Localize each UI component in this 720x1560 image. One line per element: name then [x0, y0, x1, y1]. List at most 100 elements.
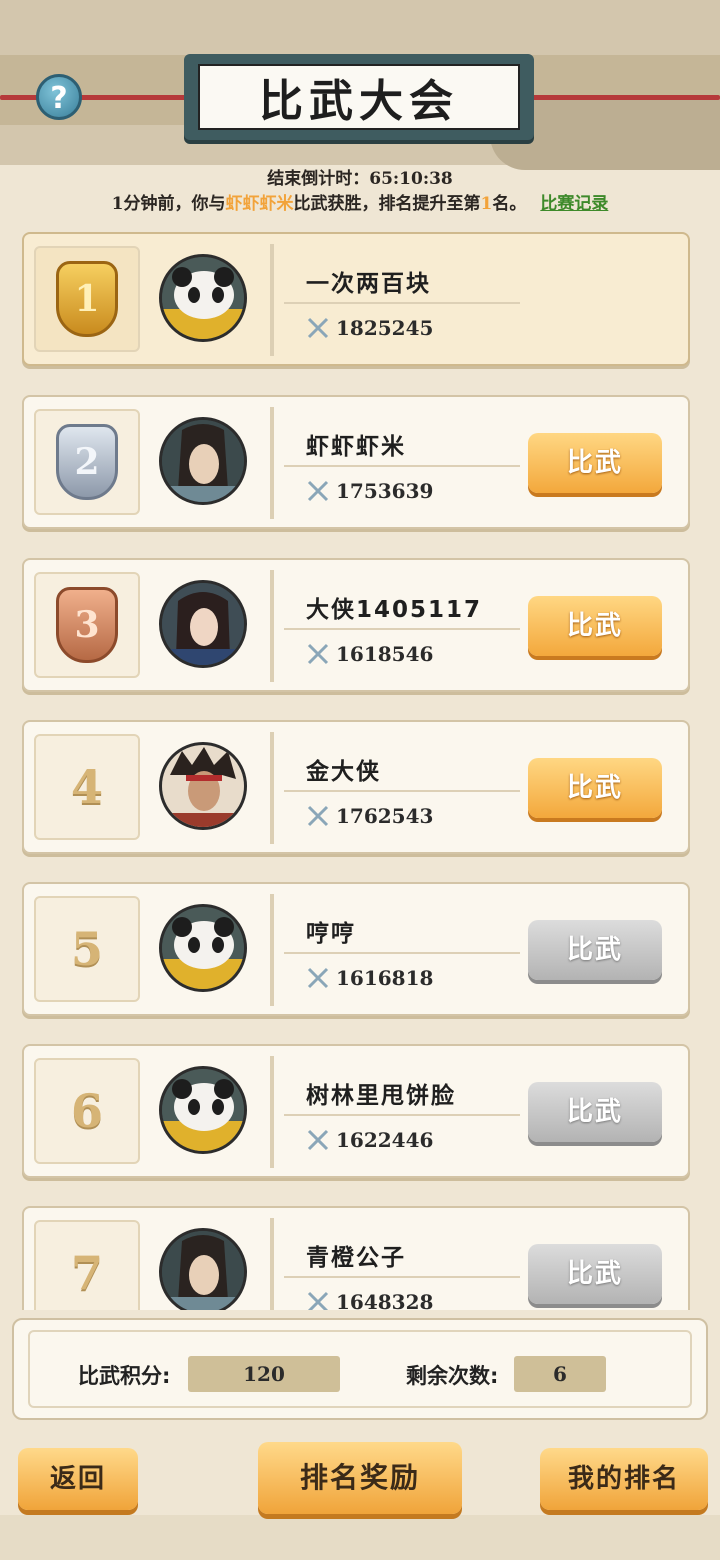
page-title: 比武大会: [259, 76, 459, 127]
combat-power: 1753639: [306, 479, 433, 503]
ranking-row-6: 6 树林里甩饼脸 1622446 比武: [22, 1044, 690, 1178]
ranking-list[interactable]: 1 一次两百块 1825245 2 虾虾虾米 1753639 比武 3 大侠14…: [0, 232, 720, 1310]
title-board: 比武大会: [184, 54, 534, 140]
divider: [284, 1114, 520, 1116]
score-panel-inner: 比武积分: 120 剩余次数: 6: [28, 1330, 692, 1408]
player-info: 树林里甩饼脸 1622446: [270, 1056, 522, 1168]
ranking-row-4: 4 金大侠 1762543 比武: [22, 720, 690, 854]
crossed-swords-icon: [307, 1129, 329, 1151]
rank-number: 7: [70, 1246, 103, 1300]
ranking-row-5: 5 哼哼 1616818 比武: [22, 882, 690, 1016]
ranking-row-7: 7 青橙公子 1648328 比武: [22, 1206, 690, 1310]
score-panel: 比武积分: 120 剩余次数: 6: [12, 1318, 708, 1420]
rank-badge: 6: [34, 1058, 140, 1164]
player-info: 哼哼 1616818: [270, 894, 522, 1006]
challenge-button-disabled[interactable]: 比武: [528, 920, 662, 980]
player-name: 大侠1405117: [306, 597, 483, 623]
rope-left: [0, 95, 190, 100]
rank-number: 5: [70, 922, 103, 976]
player-info: 虾虾虾米 1753639: [270, 407, 522, 519]
points-label: 比武积分:: [78, 1364, 171, 1388]
player-avatar-swordsman[interactable]: [159, 1228, 247, 1310]
player-info: 金大侠 1762543: [270, 732, 522, 844]
rank-reward-button[interactable]: 排名奖励: [258, 1442, 462, 1514]
notice-opponent: 虾虾虾米: [225, 194, 294, 214]
divider: [284, 302, 520, 304]
notice-suffix: 名。: [492, 194, 527, 214]
countdown-label: 结束倒计时：: [267, 169, 370, 189]
challenge-button[interactable]: 比武: [528, 433, 662, 493]
ranking-row-1: 1 一次两百块 1825245: [22, 232, 690, 366]
challenge-button[interactable]: 比武: [528, 758, 662, 818]
countdown-value: 65:10:38: [369, 169, 453, 189]
rank-number: 4: [70, 760, 103, 814]
player-avatar-panda[interactable]: [159, 1066, 247, 1154]
silver-medal-icon: 2: [56, 424, 118, 500]
rank-number: 6: [70, 1084, 103, 1138]
combat-power-value: 1753639: [336, 479, 434, 503]
crossed-swords-icon: [307, 1291, 329, 1310]
question-mark-icon: ?: [50, 81, 68, 116]
ranking-row-3: 3 大侠1405117 1618546 比武: [22, 558, 690, 692]
rank-badge: 7: [34, 1220, 140, 1310]
combat-power: 1648328: [306, 1290, 433, 1310]
combat-power-value: 1825245: [336, 316, 434, 340]
gold-medal-icon: 1: [56, 261, 118, 337]
player-name: 哼哼: [306, 921, 356, 947]
back-button[interactable]: 返回: [18, 1448, 138, 1510]
crossed-swords-icon: [307, 967, 329, 989]
combat-power: 1622446: [306, 1128, 433, 1152]
player-avatar-panda[interactable]: [159, 904, 247, 992]
help-button[interactable]: ?: [36, 74, 82, 120]
challenge-button-disabled[interactable]: 比武: [528, 1082, 662, 1142]
crossed-swords-icon: [307, 805, 329, 827]
rank-badge: 1: [34, 246, 140, 352]
rank-badge: 2: [34, 409, 140, 515]
player-name: 青橙公子: [306, 1245, 406, 1271]
challenge-button[interactable]: 比武: [528, 596, 662, 656]
points-value: 120: [188, 1356, 340, 1392]
divider: [284, 628, 520, 630]
player-info: 青橙公子 1648328: [270, 1218, 522, 1310]
rank-badge: 4: [34, 734, 140, 840]
player-name: 金大侠: [306, 759, 381, 785]
rank-badge: 5: [34, 896, 140, 1002]
crossed-swords-icon: [307, 317, 329, 339]
crossed-swords-icon: [307, 480, 329, 502]
notice-prefix: 1分钟前，你与: [111, 194, 226, 214]
floor-decoration: [0, 1515, 720, 1560]
player-name: 树林里甩饼脸: [306, 1083, 456, 1109]
combat-power: 1762543: [306, 804, 433, 828]
my-rank-button[interactable]: 我的排名: [540, 1448, 708, 1510]
player-avatar-warrior[interactable]: [159, 742, 247, 830]
challenge-button-disabled[interactable]: 比武: [528, 1244, 662, 1304]
player-avatar-panda[interactable]: [159, 254, 247, 342]
rank-badge: 3: [34, 572, 140, 678]
combat-power: 1825245: [306, 316, 433, 340]
combat-power: 1616818: [306, 966, 433, 990]
countdown: 结束倒计时：65:10:38: [0, 164, 720, 189]
combat-power-value: 1618546: [336, 642, 434, 666]
notice-middle: 比武获胜，排名提升至第: [293, 194, 481, 214]
notice-rank: 1: [480, 194, 493, 214]
rope-right: [520, 95, 720, 100]
combat-power-value: 1648328: [336, 1290, 434, 1310]
combat-power: 1618546: [306, 642, 433, 666]
combat-power-value: 1622446: [336, 1128, 434, 1152]
player-name: 虾虾虾米: [306, 434, 406, 460]
divider: [284, 790, 520, 792]
divider: [284, 952, 520, 954]
bronze-medal-icon: 3: [56, 587, 118, 663]
remaining-value: 6: [514, 1356, 606, 1392]
combat-power-value: 1762543: [336, 804, 434, 828]
player-avatar-lady[interactable]: [159, 580, 247, 668]
battle-notice: 1分钟前，你与虾虾虾米比武获胜，排名提升至第1名。 比赛记录: [0, 189, 720, 214]
player-info: 一次两百块 1825245: [270, 244, 522, 356]
match-record-link[interactable]: 比赛记录: [540, 194, 608, 214]
crossed-swords-icon: [307, 643, 329, 665]
divider: [284, 465, 520, 467]
player-info: 大侠1405117 1618546: [270, 570, 522, 682]
player-avatar-swordsman[interactable]: [159, 417, 247, 505]
player-name: 一次两百块: [306, 271, 431, 297]
remaining-label: 剩余次数:: [406, 1364, 499, 1388]
